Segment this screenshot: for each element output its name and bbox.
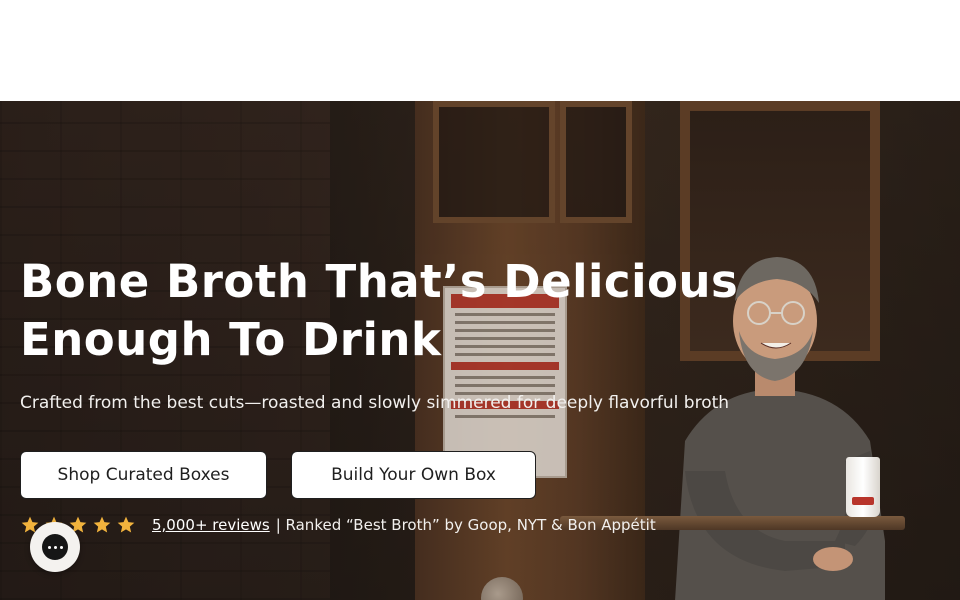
reviews-link[interactable]: 5,000+ reviews: [152, 516, 270, 534]
ranking-text: | Ranked “Best Broth” by Goop, NYT & Bon…: [275, 516, 656, 534]
build-your-own-box-button[interactable]: Build Your Own Box: [291, 451, 536, 499]
top-header-bar: [0, 0, 960, 101]
rating-row: 5,000+ reviews | Ranked “Best Broth” by …: [20, 515, 656, 535]
hero-headline: Bone Broth That’s Delicious Enough To Dr…: [20, 255, 739, 366]
chat-button[interactable]: [30, 522, 80, 572]
chat-icon: [42, 534, 68, 560]
hero-section: Bone Broth That’s Delicious Enough To Dr…: [0, 101, 960, 600]
star-icon: [93, 516, 111, 533]
shop-curated-boxes-button[interactable]: Shop Curated Boxes: [20, 451, 267, 499]
broth-cup: [846, 457, 880, 517]
hero-subheadline: Crafted from the best cuts—roasted and s…: [20, 393, 730, 413]
star-icon: [117, 516, 135, 533]
